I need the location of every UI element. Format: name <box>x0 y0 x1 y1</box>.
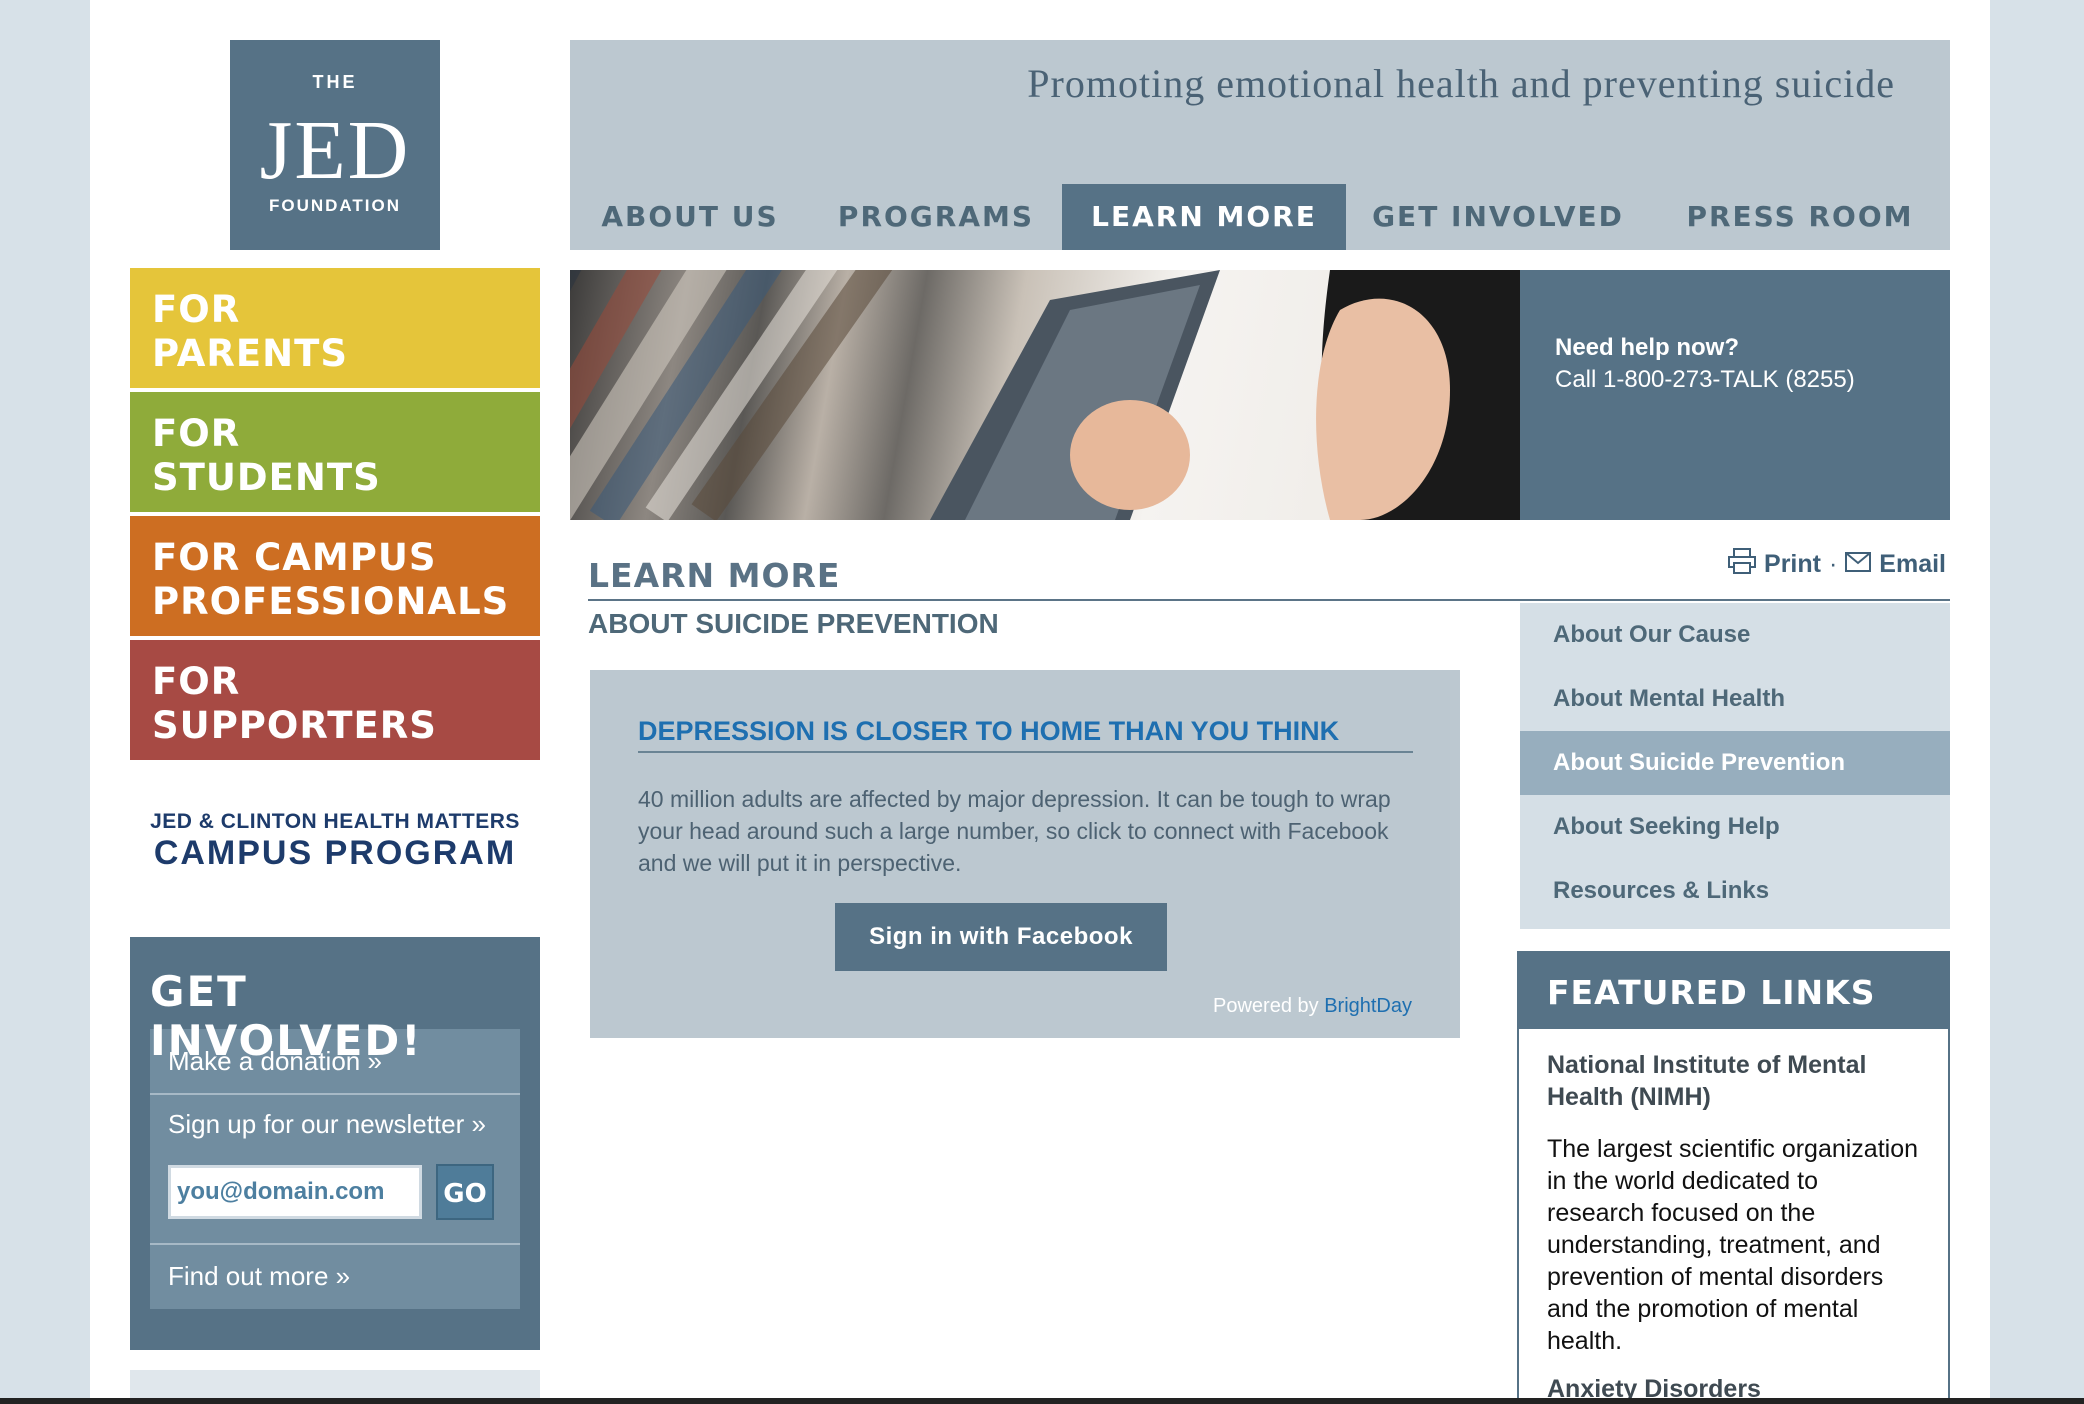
depression-text: 40 million adults are affected by major … <box>638 786 1391 876</box>
main-nav: ABOUT US PROGRAMS LEARN MORE GET INVOLVE… <box>570 184 1950 250</box>
help-box: Need help now? Call 1-800-273-TALK (8255… <box>1520 270 1950 520</box>
newsletter-go-button[interactable]: GO <box>436 1164 494 1220</box>
campus-program-line1: JED & CLINTON HEALTH MATTERS <box>150 810 520 833</box>
jed-foundation-logo[interactable]: THE JED FOUNDATION <box>230 40 440 250</box>
for-campus-professionals-link[interactable]: FOR CAMPUS PROFESSIONALS <box>130 516 540 636</box>
nav-get-involved[interactable]: GET INVOLVED <box>1346 184 1650 250</box>
powered-by-label: Powered by <box>1213 995 1319 1017</box>
depression-title: DEPRESSION IS CLOSER TO HOME THAN YOU TH… <box>638 716 1413 753</box>
campus-program-line2: CAMPUS PROGRAM <box>153 834 517 872</box>
powered-by: Powered by BrightDay <box>1213 995 1412 1018</box>
nav-press-room[interactable]: PRESS ROOM <box>1650 184 1950 250</box>
site-header: Promoting emotional health and preventin… <box>570 40 1950 250</box>
tagline: Promoting emotional health and preventin… <box>1027 61 1895 106</box>
nav-programs[interactable]: PROGRAMS <box>810 184 1062 250</box>
section-title: LEARN MORE <box>588 556 841 595</box>
hero-banner: Need help now? Call 1-800-273-TALK (8255… <box>570 270 1950 520</box>
section-sidebar-nav: About Our Cause About Mental Health Abou… <box>1520 603 1950 929</box>
envelope-icon[interactable] <box>1845 550 1872 579</box>
bottom-edge <box>0 1398 2084 1404</box>
campus-program-logo[interactable]: JED & CLINTON HEALTH MATTERS CAMPUS PROG… <box>130 810 540 872</box>
page-tools: Print · Email <box>1728 548 1946 581</box>
sidenav-about-seeking-help[interactable]: About Seeking Help <box>1520 795 1950 859</box>
sidenav-resources-links[interactable]: Resources & Links <box>1520 859 1950 923</box>
make-donation-link[interactable]: Make a donation » <box>150 1029 520 1095</box>
newsletter-form: GO <box>168 1164 502 1220</box>
nav-learn-more[interactable]: LEARN MORE <box>1062 184 1346 250</box>
find-out-more-link[interactable]: Find out more » <box>150 1245 520 1309</box>
tools-separator: · <box>1828 550 1838 578</box>
hero-photo <box>570 270 1520 520</box>
get-involved-title: GET INVOLVED! <box>150 967 420 1065</box>
page: THE JED FOUNDATION FOR PARENTS FOR STUDE… <box>90 0 1990 1404</box>
newsletter-signup: Sign up for our newsletter » GO <box>150 1095 520 1245</box>
sign-in-facebook-button[interactable]: Sign in with Facebook <box>835 903 1167 971</box>
logo-the: THE <box>312 72 358 92</box>
print-link[interactable]: Print <box>1764 550 1821 579</box>
newsletter-label[interactable]: Sign up for our newsletter » <box>168 1109 502 1140</box>
page-subtitle: ABOUT SUICIDE PREVENTION <box>588 608 999 639</box>
email-link[interactable]: Email <box>1879 550 1946 579</box>
sidenav-about-our-cause[interactable]: About Our Cause <box>1520 603 1950 667</box>
brightday-link[interactable]: BrightDay <box>1324 995 1412 1017</box>
nimh-description: The largest scientific organization in t… <box>1547 1135 1919 1355</box>
help-phone: Call 1-800-273-TALK (8255) <box>1555 366 1855 393</box>
for-supporters-link[interactable]: FOR SUPPORTERS <box>130 640 540 760</box>
featured-links-title: FEATURED LINKS <box>1519 953 1948 1029</box>
nimh-link[interactable]: National Institute of Mental Health (NIM… <box>1547 1049 1920 1113</box>
featured-links-body: National Institute of Mental Health (NIM… <box>1519 1029 1948 1404</box>
logo-jed: JED <box>259 104 411 197</box>
student-reading-illustration <box>570 270 1520 520</box>
get-involved-panel: GET INVOLVED! Make a donation » Sign up … <box>130 937 540 1350</box>
logo-foundation: FOUNDATION <box>268 196 402 215</box>
heading-divider <box>588 599 1950 601</box>
sidenav-about-suicide-prevention[interactable]: About Suicide Prevention <box>1520 731 1950 795</box>
for-students-link[interactable]: FOR STUDENTS <box>130 392 540 512</box>
sidenav-about-mental-health[interactable]: About Mental Health <box>1520 667 1950 731</box>
newsletter-email-input[interactable] <box>168 1165 422 1219</box>
depression-widget: DEPRESSION IS CLOSER TO HOME THAN YOU TH… <box>590 670 1460 1038</box>
featured-links-panel: FEATURED LINKS National Institute of Men… <box>1517 951 1950 1404</box>
for-parents-link[interactable]: FOR PARENTS <box>130 268 540 388</box>
printer-icon[interactable] <box>1728 548 1757 581</box>
help-question: Need help now? <box>1555 334 1740 361</box>
nav-about-us[interactable]: ABOUT US <box>570 184 810 250</box>
